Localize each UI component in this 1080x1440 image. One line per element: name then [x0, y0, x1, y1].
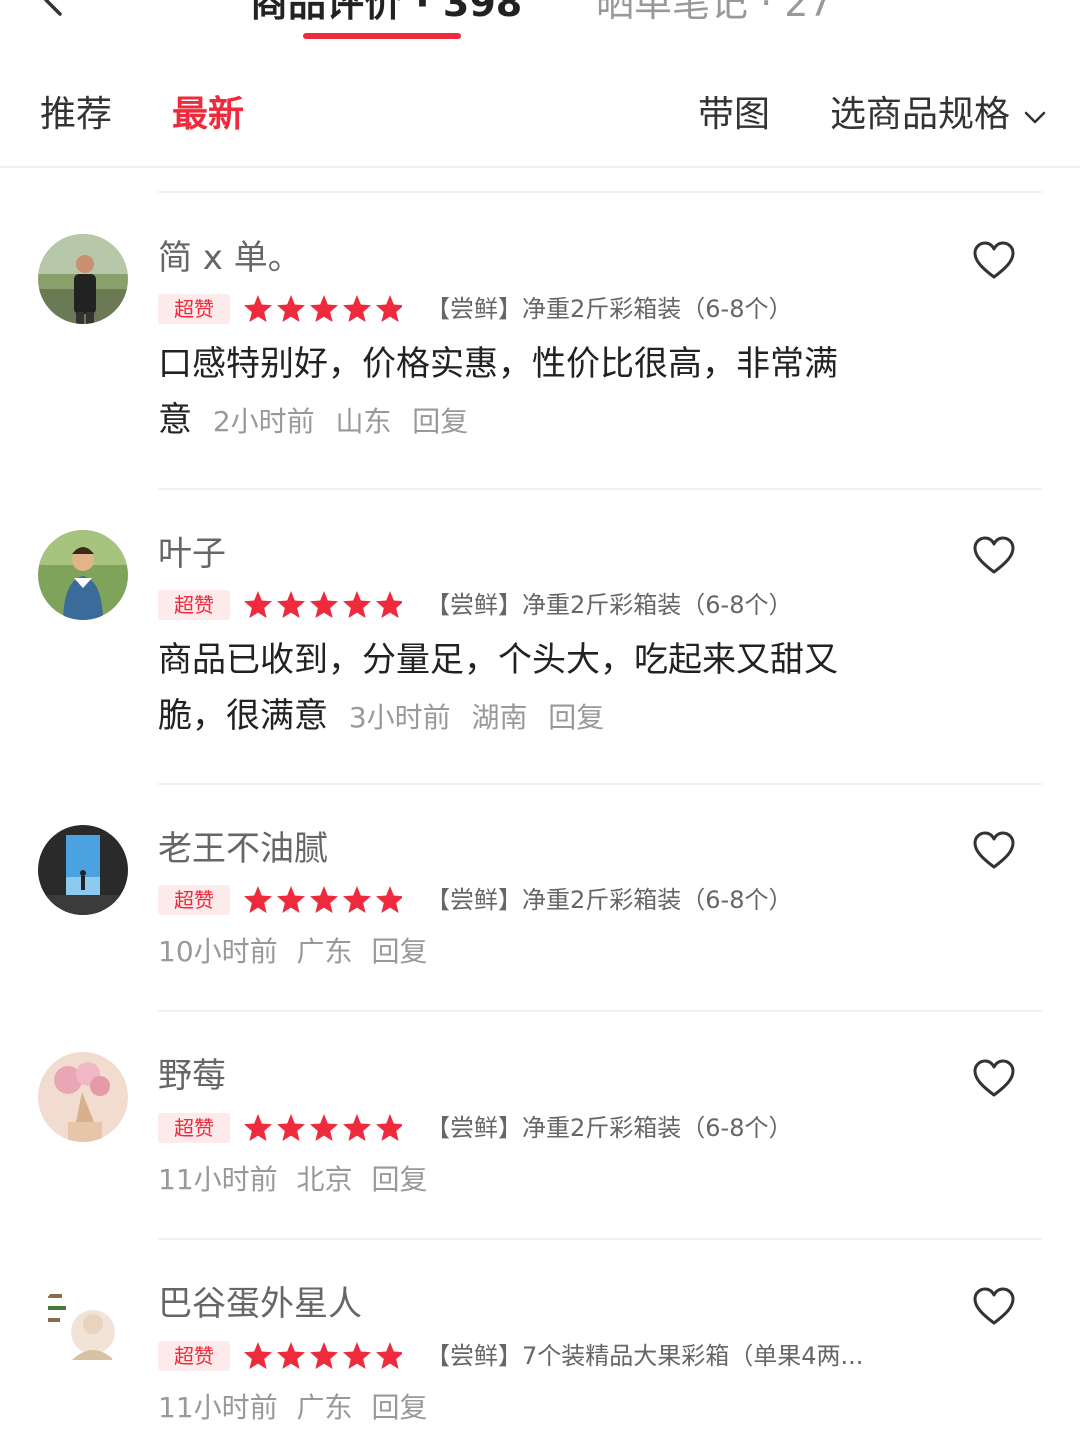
chevron-down-icon[interactable]	[1022, 104, 1048, 130]
heart-icon[interactable]	[972, 830, 1016, 870]
star-rating-icon	[244, 886, 402, 913]
filter-spec-dropdown[interactable]: 选商品规格	[830, 90, 1010, 140]
review-meta: 11小时前 北京 回复	[158, 1160, 427, 1200]
review-text-line: 意 2小时前 山东 回复	[158, 392, 898, 450]
rating-badge: 超赞	[158, 1341, 230, 1371]
avatar[interactable]	[38, 234, 128, 324]
divider	[158, 1010, 1042, 1012]
filter-bar: 推荐 最新 带图 选商品规格	[0, 60, 1080, 168]
username[interactable]: 叶子	[158, 532, 226, 576]
rating-badge: 超赞	[158, 1113, 230, 1143]
review-text-line: 商品已收到，分量足，个头大，吃起来又甜又	[158, 640, 838, 680]
heart-icon[interactable]	[972, 535, 1016, 575]
product-spec: 【尝鲜】7个装精品大果彩箱（单果4两...	[426, 1342, 864, 1370]
star-rating-icon	[244, 1342, 402, 1369]
review-text: 口感特别好，价格实惠，性价比很高，非常满 意 2小时前 山东 回复	[158, 336, 898, 450]
product-spec: 【尝鲜】净重2斤彩箱装（6-8个）	[426, 886, 793, 914]
reply-button[interactable]: 回复	[412, 405, 468, 438]
reply-button[interactable]: 回复	[548, 701, 604, 734]
filter-with-image[interactable]: 带图	[698, 90, 770, 140]
divider	[158, 1238, 1042, 1240]
heart-icon[interactable]	[972, 1286, 1016, 1326]
star-rating-icon	[244, 295, 402, 322]
star-rating-icon	[244, 1114, 402, 1141]
review-location: 北京	[296, 1163, 353, 1196]
avatar[interactable]	[38, 825, 128, 915]
username[interactable]: 巴谷蛋外星人	[158, 1282, 362, 1326]
review-text-line: 口感特别好，价格实惠，性价比很高，非常满	[158, 344, 838, 384]
avatar[interactable]	[38, 530, 128, 620]
divider	[158, 783, 1042, 785]
rating-badge: 超赞	[158, 885, 230, 915]
reply-button[interactable]: 回复	[371, 1391, 427, 1424]
back-arrow-icon[interactable]	[34, 0, 70, 18]
review-text-line: 脆，很满意 3小时前 湖南 回复	[158, 688, 898, 746]
review-meta: 10小时前 广东 回复	[158, 932, 427, 972]
filter-latest[interactable]: 最新	[172, 90, 244, 140]
review-meta: 11小时前 广东 回复	[158, 1388, 427, 1428]
product-spec: 【尝鲜】净重2斤彩箱装（6-8个）	[426, 1114, 793, 1142]
rating-badge: 超赞	[158, 294, 230, 324]
review-location: 湖南	[471, 701, 528, 734]
heart-icon[interactable]	[972, 240, 1016, 280]
heart-icon[interactable]	[972, 1058, 1016, 1098]
avatar[interactable]	[38, 1280, 128, 1370]
review-location: 广东	[296, 935, 353, 968]
star-rating-icon	[244, 591, 402, 618]
review-location: 广东	[296, 1391, 353, 1424]
username[interactable]: 老王不油腻	[158, 827, 328, 871]
review-location: 山东	[335, 405, 392, 438]
top-tab-bar: 商品评价 · 398 晒单笔记 · 27	[0, 0, 1080, 60]
tab-notes[interactable]: 晒单笔记 · 27	[596, 0, 833, 28]
divider	[158, 488, 1042, 490]
avatar[interactable]	[38, 1052, 128, 1142]
review-time: 3小时前	[348, 701, 451, 734]
review-text-tail: 意	[158, 400, 192, 440]
tab-reviews[interactable]: 商品评价 · 398	[250, 0, 522, 28]
product-spec: 【尝鲜】净重2斤彩箱装（6-8个）	[426, 295, 793, 323]
rating-badge: 超赞	[158, 590, 230, 620]
review-time: 10小时前	[158, 935, 278, 968]
review-time: 11小时前	[158, 1391, 278, 1424]
review-time: 11小时前	[158, 1163, 278, 1196]
username[interactable]: 野莓	[158, 1054, 226, 1098]
review-text-tail: 脆，很满意	[158, 696, 328, 736]
filter-recommend[interactable]: 推荐	[40, 90, 112, 140]
review-time: 2小时前	[212, 405, 315, 438]
divider	[158, 191, 1042, 193]
username[interactable]: 简 x 单。	[158, 236, 302, 280]
review-text: 商品已收到，分量足，个头大，吃起来又甜又 脆，很满意 3小时前 湖南 回复	[158, 632, 898, 746]
reply-button[interactable]: 回复	[371, 935, 427, 968]
active-tab-indicator	[303, 33, 461, 39]
reply-button[interactable]: 回复	[371, 1163, 427, 1196]
product-spec: 【尝鲜】净重2斤彩箱装（6-8个）	[426, 591, 793, 619]
